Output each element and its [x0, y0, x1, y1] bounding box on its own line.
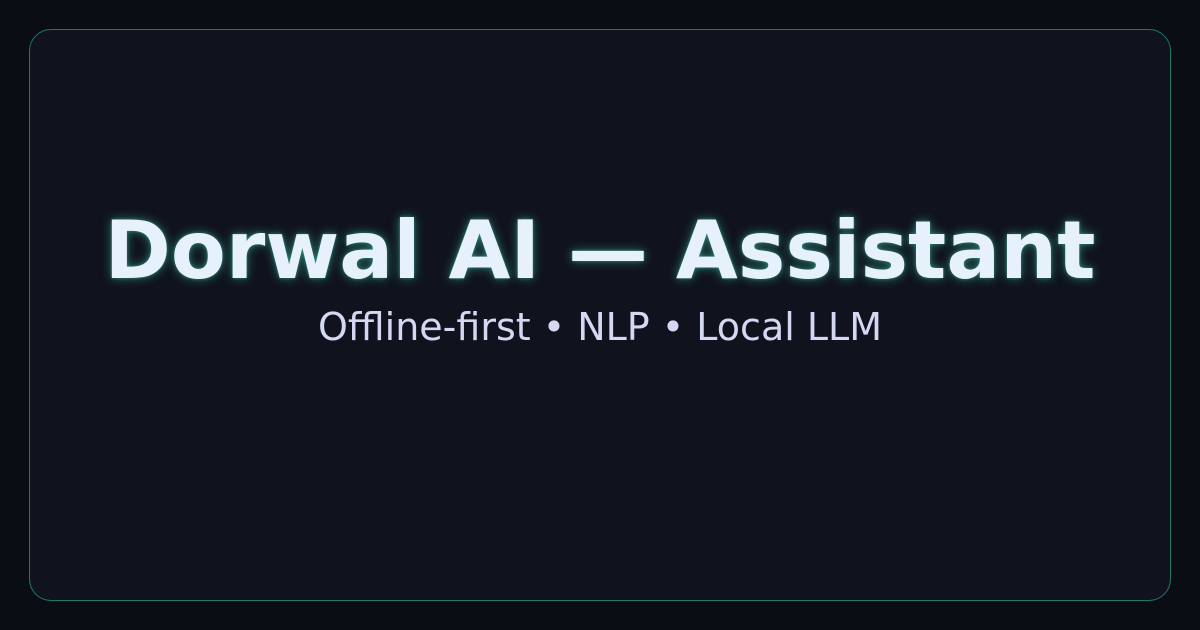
page-title: Dorwal AI — Assistant — [104, 204, 1096, 297]
social-card-canvas: Dorwal AI — Assistant Offline-first • NL… — [0, 0, 1200, 630]
tagline: Offline-first • NLP • Local LLM — [318, 305, 882, 349]
